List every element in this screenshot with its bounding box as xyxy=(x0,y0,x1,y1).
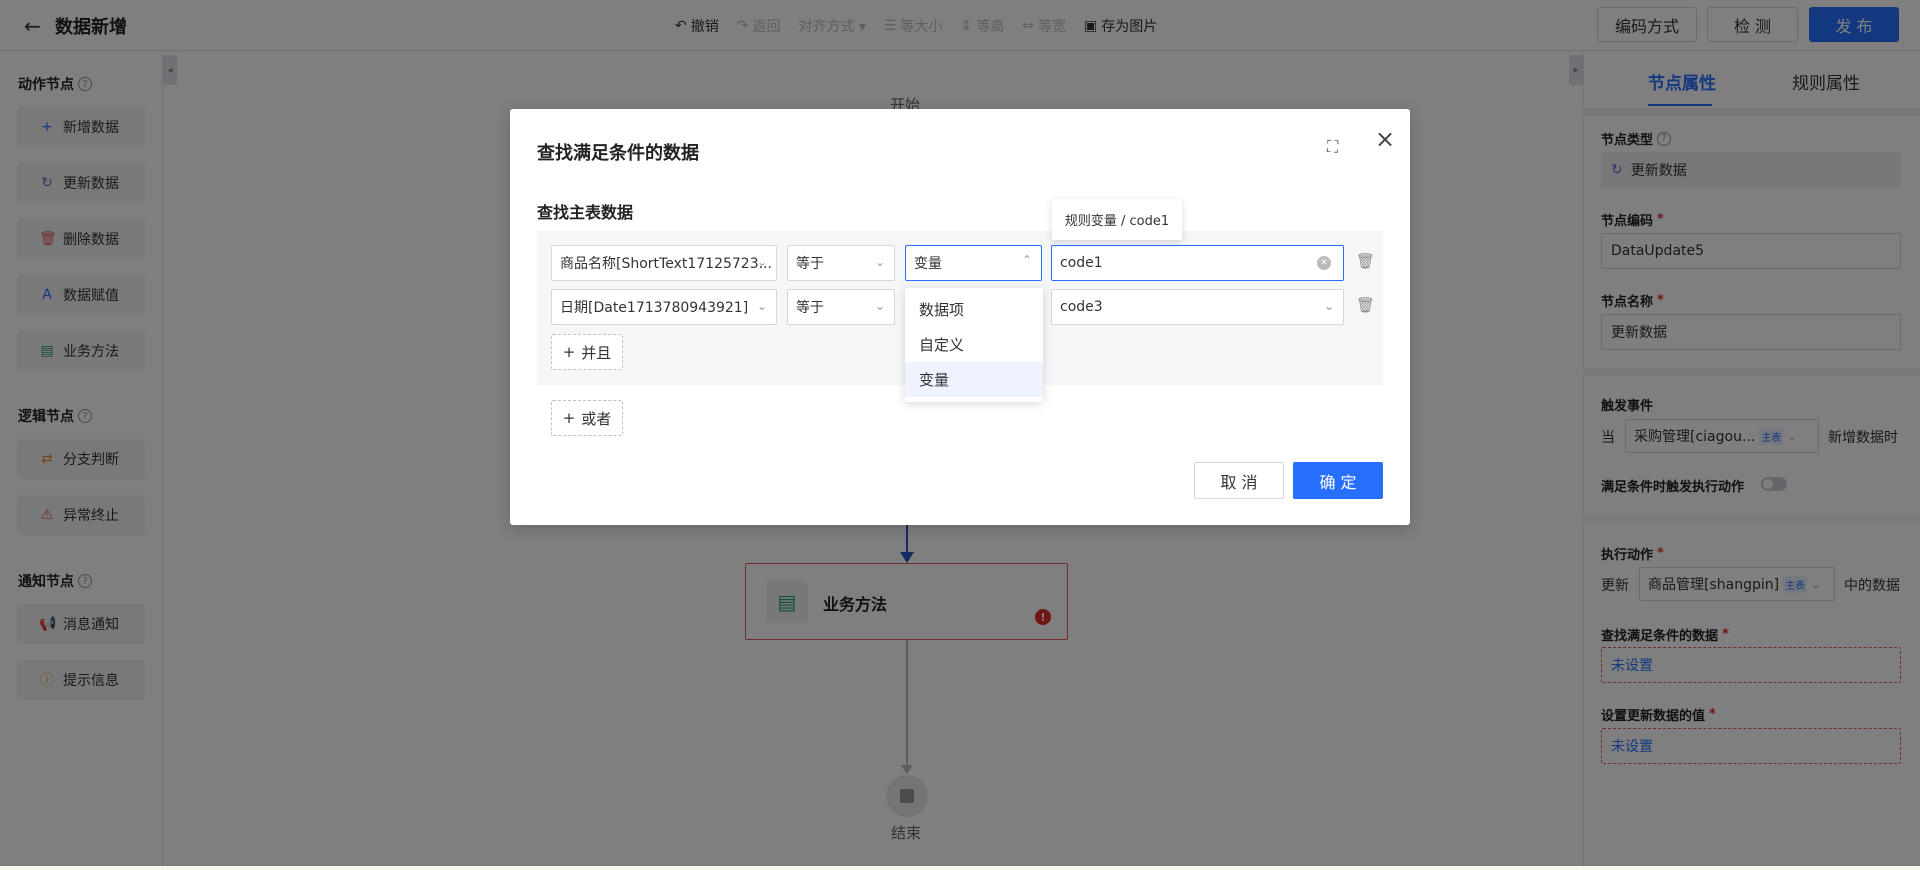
section-title: 查找主表数据 xyxy=(537,203,634,222)
chevron-up-icon: ⌃ xyxy=(1021,253,1032,267)
operator-select-value: 等于 xyxy=(796,300,824,316)
field-select[interactable]: 商品名称[ShortText17125723... ⌄ xyxy=(551,245,777,281)
fullscreen-icon[interactable]: ⛶ xyxy=(1327,137,1338,157)
operator-select[interactable]: 等于 ⌄ xyxy=(787,245,895,281)
value-tooltip: 规则变量 / code1 xyxy=(1052,199,1182,240)
chevron-down-icon: ⌄ xyxy=(756,299,767,313)
add-or-button[interactable]: + 或者 xyxy=(551,400,623,436)
dropdown-option[interactable]: 自定义 xyxy=(905,327,1043,362)
value-select[interactable]: code1 ✕ xyxy=(1051,245,1344,281)
add-and-button[interactable]: + 并且 xyxy=(551,334,623,370)
confirm-button[interactable]: 确 定 xyxy=(1293,462,1383,499)
value-select-value: code3 xyxy=(1060,299,1103,315)
plus-icon: + xyxy=(562,343,576,361)
chevron-down-icon: ⌄ xyxy=(1323,299,1334,313)
value-select-value: code1 xyxy=(1060,255,1103,271)
bottom-strip xyxy=(0,866,1920,870)
value-select[interactable]: code3 ⌄ xyxy=(1051,289,1344,325)
close-icon[interactable]: × xyxy=(1375,125,1395,153)
field-select-value: 商品名称[ShortText17125723... xyxy=(560,256,772,272)
field-select[interactable]: 日期[Date1713780943921] ⌄ xyxy=(551,289,777,325)
value-type-dropdown: 数据项 自定义 变量 xyxy=(905,288,1043,402)
chevron-down-icon: ⌄ xyxy=(756,255,767,269)
chevron-down-icon: ⌄ xyxy=(874,255,885,269)
plus-icon: + xyxy=(562,409,576,427)
clear-icon[interactable]: ✕ xyxy=(1317,256,1331,270)
delete-row-icon[interactable]: 🗑 xyxy=(1356,252,1375,270)
add-or-label: 或者 xyxy=(581,409,612,428)
dropdown-option[interactable]: 变量 xyxy=(905,362,1043,397)
cancel-button[interactable]: 取 消 xyxy=(1194,462,1284,499)
add-and-label: 并且 xyxy=(581,343,612,362)
operator-select[interactable]: 等于 ⌄ xyxy=(787,289,895,325)
value-type-select-value: 变量 xyxy=(914,256,942,272)
dialog-title: 查找满足条件的数据 xyxy=(537,143,699,164)
operator-select-value: 等于 xyxy=(796,256,824,272)
chevron-down-icon: ⌄ xyxy=(874,299,885,313)
dropdown-option[interactable]: 数据项 xyxy=(905,292,1043,327)
value-type-select[interactable]: 变量 ⌃ xyxy=(905,245,1042,281)
field-select-value: 日期[Date1713780943921] xyxy=(560,300,749,316)
delete-row-icon[interactable]: 🗑 xyxy=(1356,296,1375,314)
